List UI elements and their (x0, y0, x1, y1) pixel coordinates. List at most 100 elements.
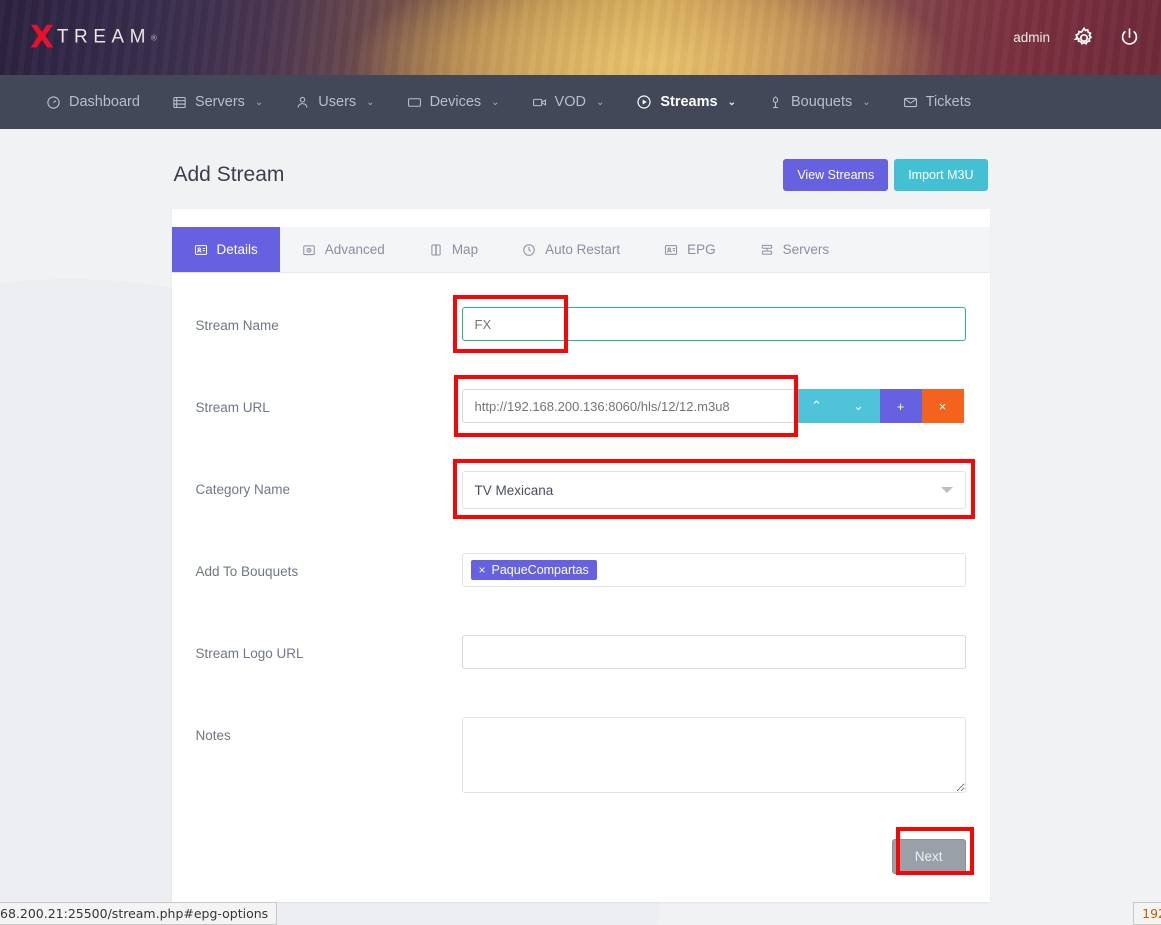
advanced-icon (302, 243, 316, 257)
form-row-bouquets: Add To Bouquets × PaqueCompartas (196, 553, 966, 625)
nav-label: Users (318, 94, 356, 110)
nav-label: VOD (555, 94, 586, 110)
tab-label: Auto Restart (545, 242, 620, 257)
xtream-logo[interactable]: X TREAM ® (30, 22, 157, 53)
logo-trademark: ® (151, 33, 157, 42)
page-body: Add Stream View Streams Import M3U Detai… (0, 129, 1161, 925)
details-icon (194, 243, 208, 257)
page-header-actions: View Streams Import M3U (783, 159, 987, 191)
streams-icon (636, 94, 652, 110)
form-row-category-name: Category Name TV Mexicana (196, 471, 966, 543)
stream-logo-url-field (462, 635, 966, 669)
tab-label: Servers (783, 242, 830, 257)
nav-label: Servers (195, 94, 245, 110)
bouquets-field: × PaqueCompartas (462, 553, 966, 587)
remove-tag-icon[interactable]: × (479, 563, 486, 577)
nav-label: Bouquets (791, 94, 852, 110)
chevron-down-icon: ⌄ (862, 97, 870, 108)
tab-label: Details (217, 242, 258, 257)
browser-status-url: 68.200.21:25500/stream.php#epg-options (0, 902, 277, 925)
stream-url-field: ⌃ ⌄ + × (462, 389, 966, 423)
servers-tab-icon (760, 243, 774, 257)
logo-x-mark: X (30, 22, 54, 53)
stream-logo-url-label: Stream Logo URL (196, 635, 462, 661)
chevron-down-icon: ⌄ (366, 97, 374, 108)
bouquets-label: Add To Bouquets (196, 553, 462, 579)
current-user-label[interactable]: admin (1013, 30, 1050, 45)
app-header: X TREAM ® admin (0, 0, 1161, 75)
vod-icon (532, 95, 547, 110)
nav-item-devices[interactable]: Devices ⌄ (391, 75, 516, 129)
next-button[interactable]: Next (892, 839, 966, 874)
dashboard-icon (46, 95, 61, 110)
view-streams-button[interactable]: View Streams (783, 159, 888, 191)
category-name-value: TV Mexicana (475, 483, 554, 498)
nav-item-bouquets[interactable]: Bouquets ⌄ (752, 75, 887, 129)
nav-item-servers[interactable]: Servers ⌄ (156, 75, 279, 129)
form-row-stream-name: Stream Name (196, 307, 966, 379)
category-name-label: Category Name (196, 471, 462, 497)
form-tabs: Details Advanced Map (172, 227, 990, 273)
tab-advanced[interactable]: Advanced (280, 227, 407, 272)
main-navigation: Dashboard Servers ⌄ Users ⌄ Devices ⌄ (0, 75, 1161, 129)
tab-label: EPG (687, 242, 716, 257)
add-stream-form: Stream Name Stream URL ⌃ (172, 273, 990, 817)
stream-url-input[interactable] (462, 389, 796, 423)
gear-icon[interactable] (1072, 26, 1096, 50)
stream-url-label: Stream URL (196, 389, 462, 415)
bouquet-tag-label: PaqueCompartas (492, 563, 589, 577)
tab-label: Advanced (325, 242, 385, 257)
notes-field (462, 717, 966, 798)
form-footer: Next (172, 827, 990, 874)
header-actions: admin (1013, 26, 1141, 50)
map-icon (429, 243, 443, 257)
tab-map[interactable]: Map (407, 227, 500, 272)
bouquets-icon (768, 95, 783, 110)
epg-icon (664, 243, 678, 257)
category-name-field: TV Mexicana (462, 471, 966, 509)
tab-details[interactable]: Details (172, 227, 280, 272)
tab-servers[interactable]: Servers (738, 227, 852, 272)
import-m3u-button[interactable]: Import M3U (894, 159, 987, 191)
add-stream-card: Details Advanced Map (172, 209, 990, 902)
tab-epg[interactable]: EPG (642, 227, 738, 272)
nav-item-streams[interactable]: Streams ⌄ (620, 75, 752, 129)
form-row-stream-logo-url: Stream Logo URL (196, 635, 966, 707)
category-name-select[interactable]: TV Mexicana (462, 471, 966, 509)
chevron-down-icon: ⌄ (255, 97, 263, 108)
stream-logo-url-input[interactable] (462, 635, 966, 669)
stream-url-group: ⌃ ⌄ + × (462, 389, 966, 423)
nav-label: Dashboard (69, 94, 140, 110)
notes-label: Notes (196, 717, 462, 743)
power-icon[interactable] (1118, 26, 1141, 49)
stream-url-move-up-button[interactable]: ⌃ (796, 389, 838, 423)
stream-url-move-down-button[interactable]: ⌄ (838, 389, 880, 423)
notes-textarea[interactable] (462, 717, 966, 793)
app-window: X TREAM ® admin (0, 0, 1161, 925)
browser-side-tooltip: 192 (1133, 902, 1161, 925)
nav-item-vod[interactable]: VOD ⌄ (516, 75, 621, 129)
nav-item-users[interactable]: Users ⌄ (279, 75, 390, 129)
tab-auto-restart[interactable]: Auto Restart (500, 227, 642, 272)
stream-name-label: Stream Name (196, 307, 462, 333)
stream-url-remove-button[interactable]: × (922, 389, 964, 423)
form-row-stream-url: Stream URL ⌃ ⌄ + × (196, 389, 966, 461)
page-header: Add Stream View Streams Import M3U (172, 153, 990, 197)
bouquets-tag-input[interactable]: × PaqueCompartas (462, 553, 966, 587)
page-content: Add Stream View Streams Import M3U Detai… (172, 129, 990, 902)
nav-label: Streams (660, 94, 717, 110)
stream-name-field (462, 307, 966, 341)
page-title: Add Stream (174, 163, 285, 187)
bouquet-tag[interactable]: × PaqueCompartas (471, 560, 597, 580)
servers-icon (172, 95, 187, 110)
nav-item-dashboard[interactable]: Dashboard (30, 75, 156, 129)
nav-label: Devices (430, 94, 482, 110)
stream-name-input[interactable] (462, 307, 966, 341)
stream-url-add-button[interactable]: + (880, 389, 922, 423)
chevron-down-icon: ⌄ (596, 97, 604, 108)
tab-label: Map (452, 242, 478, 257)
users-icon (295, 95, 310, 110)
nav-item-tickets[interactable]: Tickets (887, 75, 987, 129)
nav-label: Tickets (926, 94, 971, 110)
tickets-icon (903, 95, 918, 110)
